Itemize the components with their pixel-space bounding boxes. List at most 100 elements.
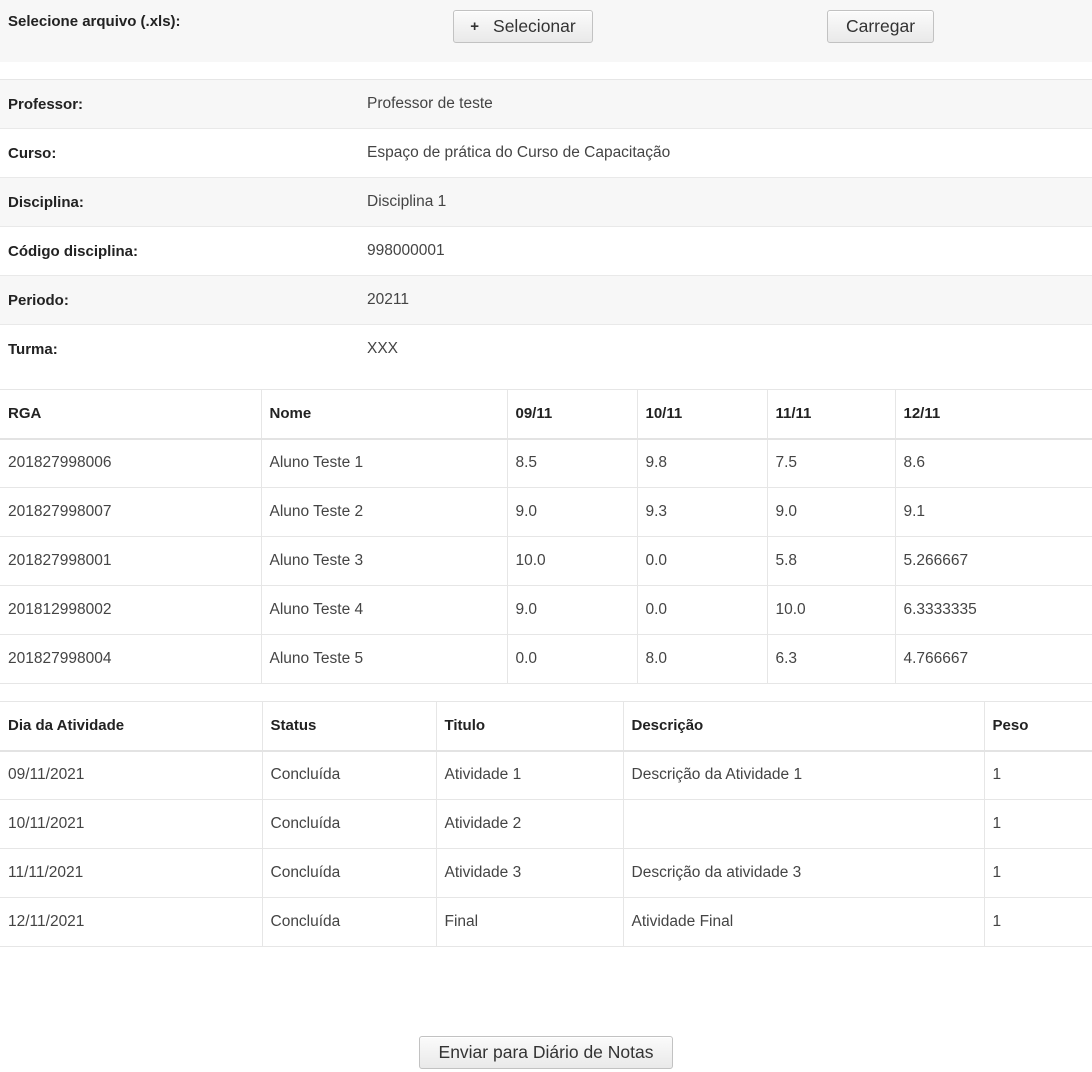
column-header-nome: Nome [260,389,507,440]
name-cell: Aluno Teste 2 [260,487,507,537]
column-header-rga: RGA [0,389,261,440]
grade-cell: 4.766667 [894,634,1092,684]
rga-cell: 201827998007 [0,487,261,537]
rga-cell: 201827998006 [0,438,261,488]
rga-cell: 201827998004 [0,634,261,684]
rga-cell: 201812998002 [0,585,261,635]
column-header-peso: Peso [983,701,1092,752]
table-row: 09/11/2021 Concluída Atividade 1 Descriç… [0,750,1092,800]
column-header-date: 11/11 [766,389,895,440]
info-value: Espaço de prática do Curso de Capacitaçã… [359,128,1092,178]
title-cell: Atividade 3 [435,848,623,898]
column-header-dia: Dia da Atividade [0,701,262,752]
date-cell: 09/11/2021 [0,750,262,800]
name-cell: Aluno Teste 4 [260,585,507,635]
activities-table: Dia da Atividade Status Titulo Descrição… [0,701,1092,947]
description-cell: Atividade Final [622,897,984,947]
title-cell: Atividade 2 [435,799,623,849]
grade-cell: 0.0 [636,585,767,635]
load-button[interactable]: Carregar [827,10,934,43]
upload-bar: Selecione arquivo (.xls): + Selecionar C… [0,0,1092,62]
table-row: 11/11/2021 Concluída Atividade 3 Descriç… [0,848,1092,898]
plus-icon: + [470,18,480,35]
grade-cell: 9.1 [894,487,1092,537]
weight-cell: 1 [983,848,1092,898]
info-value: Disciplina 1 [359,177,1092,227]
info-row-periodo: Periodo: 20211 [0,275,1092,325]
grade-cell: 9.0 [766,487,895,537]
activities-header-row: Dia da Atividade Status Titulo Descrição… [0,701,1092,752]
grade-cell: 9.0 [506,487,637,537]
info-value: 998000001 [359,226,1092,276]
description-cell: Descrição da atividade 3 [622,848,984,898]
weight-cell: 1 [983,897,1092,947]
grade-cell: 9.8 [636,438,767,488]
table-row: 201812998002 Aluno Teste 4 9.0 0.0 10.0 … [0,585,1092,635]
grade-cell: 0.0 [506,634,637,684]
status-cell: Concluída [261,897,436,947]
column-header-descricao: Descrição [622,701,984,752]
info-row-disciplina: Disciplina: Disciplina 1 [0,177,1092,227]
course-info-table: Professor: Professor de teste Curso: Esp… [0,79,1092,374]
name-cell: Aluno Teste 1 [260,438,507,488]
grade-cell: 9.0 [506,585,637,635]
info-value: 20211 [359,275,1092,325]
grade-cell: 6.3 [766,634,895,684]
grades-header-row: RGA Nome 09/11 10/11 11/11 12/11 [0,389,1092,440]
info-value: XXX [367,340,399,358]
status-cell: Concluída [261,848,436,898]
rga-cell: 201827998001 [0,536,261,586]
weight-cell: 1 [983,799,1092,849]
select-file-button-label: Selecionar [493,16,576,36]
name-cell: Aluno Teste 5 [260,634,507,684]
info-row-professor: Professor: Professor de teste [0,79,1092,129]
grade-cell: 5.266667 [894,536,1092,586]
info-label: Professor: [0,79,359,129]
column-header-date: 10/11 [636,389,767,440]
title-cell: Atividade 1 [435,750,623,800]
description-cell: Descrição da Atividade 1 [622,750,984,800]
info-value: Professor de teste [359,79,1092,129]
grade-cell: 8.0 [636,634,767,684]
grade-cell: 6.3333335 [894,585,1092,635]
send-to-grade-book-button[interactable]: Enviar para Diário de Notas [419,1036,673,1069]
table-row: 201827998001 Aluno Teste 3 10.0 0.0 5.8 … [0,536,1092,586]
info-label: Código disciplina: [0,226,359,276]
info-label: Periodo: [0,275,359,325]
table-row: 12/11/2021 Concluída Final Atividade Fin… [0,897,1092,947]
grade-cell: 10.0 [506,536,637,586]
table-row: 201827998004 Aluno Teste 5 0.0 8.0 6.3 4… [0,634,1092,684]
status-cell: Concluída [261,799,436,849]
status-cell: Concluída [261,750,436,800]
grade-cell: 9.3 [636,487,767,537]
column-header-date: 12/11 [894,389,1092,440]
table-row: 201827998006 Aluno Teste 1 8.5 9.8 7.5 8… [0,438,1092,488]
grade-cell: 7.5 [766,438,895,488]
file-select-label: Selecione arquivo (.xls): [8,13,181,30]
column-header-date: 09/11 [506,389,637,440]
grade-cell: 0.0 [636,536,767,586]
info-label: Turma: [8,340,58,358]
date-cell: 12/11/2021 [0,897,262,947]
date-cell: 10/11/2021 [0,799,262,849]
table-row: 201827998007 Aluno Teste 2 9.0 9.3 9.0 9… [0,487,1092,537]
title-cell: Final [435,897,623,947]
grade-cell: 5.8 [766,536,895,586]
date-cell: 11/11/2021 [0,848,262,898]
info-label: Curso: [0,128,359,178]
grade-cell: 8.5 [506,438,637,488]
column-header-status: Status [261,701,436,752]
info-label: Disciplina: [0,177,359,227]
table-row: 10/11/2021 Concluída Atividade 2 1 [0,799,1092,849]
description-cell [622,799,984,849]
select-file-button[interactable]: + Selecionar [453,10,593,43]
info-row-codigo: Código disciplina: 998000001 [0,226,1092,276]
weight-cell: 1 [983,750,1092,800]
grade-cell: 10.0 [766,585,895,635]
info-row-turma: Turma: XXX [0,325,1092,374]
grade-cell: 8.6 [894,438,1092,488]
name-cell: Aluno Teste 3 [260,536,507,586]
column-header-titulo: Titulo [435,701,623,752]
info-row-curso: Curso: Espaço de prática do Curso de Cap… [0,128,1092,178]
grades-table: RGA Nome 09/11 10/11 11/11 12/11 2018279… [0,389,1092,684]
